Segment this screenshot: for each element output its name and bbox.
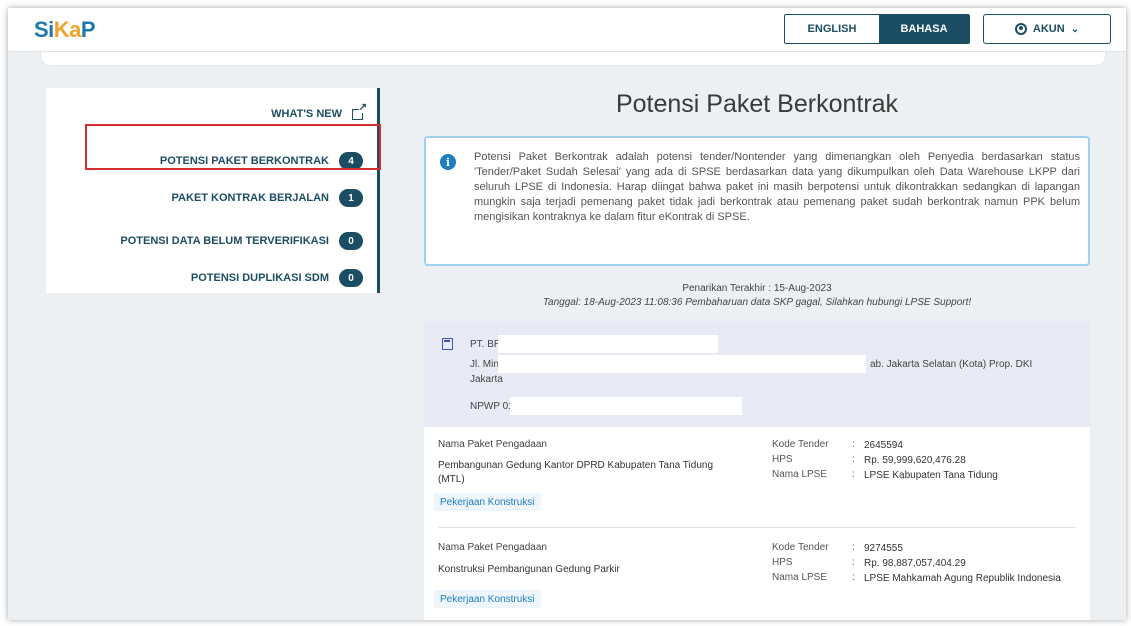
separator: : bbox=[852, 557, 855, 568]
package-name: Konstruksi Pembangunan Gedung Parkir bbox=[438, 564, 620, 575]
company-npwp: NPWP 01 bbox=[470, 401, 514, 412]
sidebar-item-potensi-duplikasi-sdm[interactable]: POTENSI DUPLIKASI SDM 0 bbox=[191, 269, 363, 287]
separator: : bbox=[852, 572, 855, 583]
redaction-block bbox=[498, 335, 718, 353]
hps-value: Rp. 98,887,057,404.29 bbox=[864, 558, 966, 569]
kode-value: 2645594 bbox=[864, 440, 903, 451]
account-label: AKUN bbox=[1032, 23, 1065, 35]
separator: : bbox=[852, 469, 855, 480]
sidebar-item-whats-new[interactable]: WHAT'S NEW bbox=[271, 102, 367, 120]
building-icon bbox=[442, 338, 453, 350]
sidebar: WHAT'S NEW POTENSI PAKET BERKONTRAK 4 PA… bbox=[46, 88, 380, 293]
page-title: Potensi Paket Berkontrak bbox=[615, 90, 899, 118]
package-label: Nama Paket Pengadaan bbox=[438, 542, 547, 553]
kode-label: Kode Tender bbox=[772, 542, 829, 553]
company-address-end: ab. Jakarta Selatan (Kota) Prop. DKI bbox=[870, 359, 1033, 370]
account-button[interactable]: AKUN ⌄ bbox=[983, 14, 1111, 44]
sidebar-item-paket-kontrak-berjalan[interactable]: PAKET KONTRAK BERJALAN 1 bbox=[172, 189, 363, 207]
user-icon bbox=[1014, 23, 1027, 35]
separator: : bbox=[852, 542, 855, 553]
highlight-box bbox=[85, 124, 381, 170]
header-band bbox=[40, 52, 1106, 66]
count-badge: 0 bbox=[339, 232, 363, 250]
sidebar-item-potensi-data-belum-terverifikasi[interactable]: POTENSI DATA BELUM TERVERIFIKASI 0 bbox=[120, 232, 363, 250]
info-box: i Potensi Paket Berkontrak adalah potens… bbox=[424, 136, 1090, 266]
sidebar-item-label: PAKET KONTRAK BERJALAN bbox=[171, 192, 329, 204]
language-switch: ENGLISH BAHASA bbox=[784, 14, 970, 44]
hps-value: Rp. 59,999,620,476.28 bbox=[864, 455, 966, 466]
last-pull-text: Penarikan Terakhir : 15-Aug-2023 bbox=[682, 283, 832, 294]
info-icon: i bbox=[440, 154, 456, 170]
category-tag[interactable]: Pekerjaan Konstruksi bbox=[434, 493, 541, 511]
hps-label: HPS bbox=[772, 454, 793, 465]
package-card[interactable]: Nama Paket Pengadaan Konstruksi Pembangu… bbox=[424, 528, 1090, 620]
package-label: Nama Paket Pengadaan bbox=[438, 439, 547, 450]
english-button[interactable]: ENGLISH bbox=[785, 15, 879, 43]
pull-status-text: Tanggal: 18-Aug-2023 11:08:36 Pembaharua… bbox=[542, 297, 972, 308]
top-bar: SiKaP ENGLISH BAHASA AKUN ⌄ bbox=[8, 8, 1126, 52]
separator: : bbox=[852, 439, 855, 450]
package-name: Pembangunan Gedung Kantor DPRD Kabupaten… bbox=[438, 460, 714, 485]
count-badge: 1 bbox=[339, 189, 363, 207]
package-card[interactable]: Nama Paket Pengadaan Pembangunan Gedung … bbox=[424, 427, 1090, 528]
company-address-start: Jl. Min bbox=[470, 359, 499, 370]
count-badge: 0 bbox=[339, 269, 363, 287]
lpse-label: Nama LPSE bbox=[772, 469, 828, 480]
info-text: Potensi Paket Berkontrak adalah potensi … bbox=[474, 151, 1080, 223]
bahasa-button[interactable]: BAHASA bbox=[879, 15, 969, 43]
separator: : bbox=[852, 454, 855, 465]
sidebar-item-label: POTENSI DATA BELUM TERVERIFIKASI bbox=[120, 235, 329, 247]
hps-label: HPS bbox=[772, 557, 793, 568]
sidebar-item-label: WHAT'S NEW bbox=[271, 108, 342, 120]
chevron-down-icon: ⌄ bbox=[1070, 23, 1080, 35]
app-frame: SiKaP ENGLISH BAHASA AKUN ⌄ WHAT'S NEW P… bbox=[8, 8, 1126, 620]
lpse-value: LPSE Kabupaten Tana Tidung bbox=[864, 470, 998, 481]
company-name: PT. BR bbox=[470, 339, 502, 350]
kode-label: Kode Tender bbox=[772, 439, 829, 450]
lpse-value: LPSE Mahkamah Agung Republik Indonesia bbox=[864, 573, 1061, 584]
kode-value: 9274555 bbox=[864, 543, 903, 554]
external-link-icon bbox=[352, 102, 367, 120]
category-tag[interactable]: Pekerjaan Konstruksi bbox=[434, 590, 541, 608]
company-card: PT. BR Jl. Min ab. Jakarta Selatan (Kota… bbox=[424, 321, 1090, 427]
sikap-logo[interactable]: SiKaP bbox=[34, 17, 96, 43]
lpse-label: Nama LPSE bbox=[772, 572, 828, 583]
redaction-block bbox=[498, 355, 866, 373]
sidebar-item-label: POTENSI DUPLIKASI SDM bbox=[190, 272, 329, 284]
redaction-block bbox=[510, 397, 742, 415]
company-address-line2: Jakarta bbox=[470, 374, 503, 385]
